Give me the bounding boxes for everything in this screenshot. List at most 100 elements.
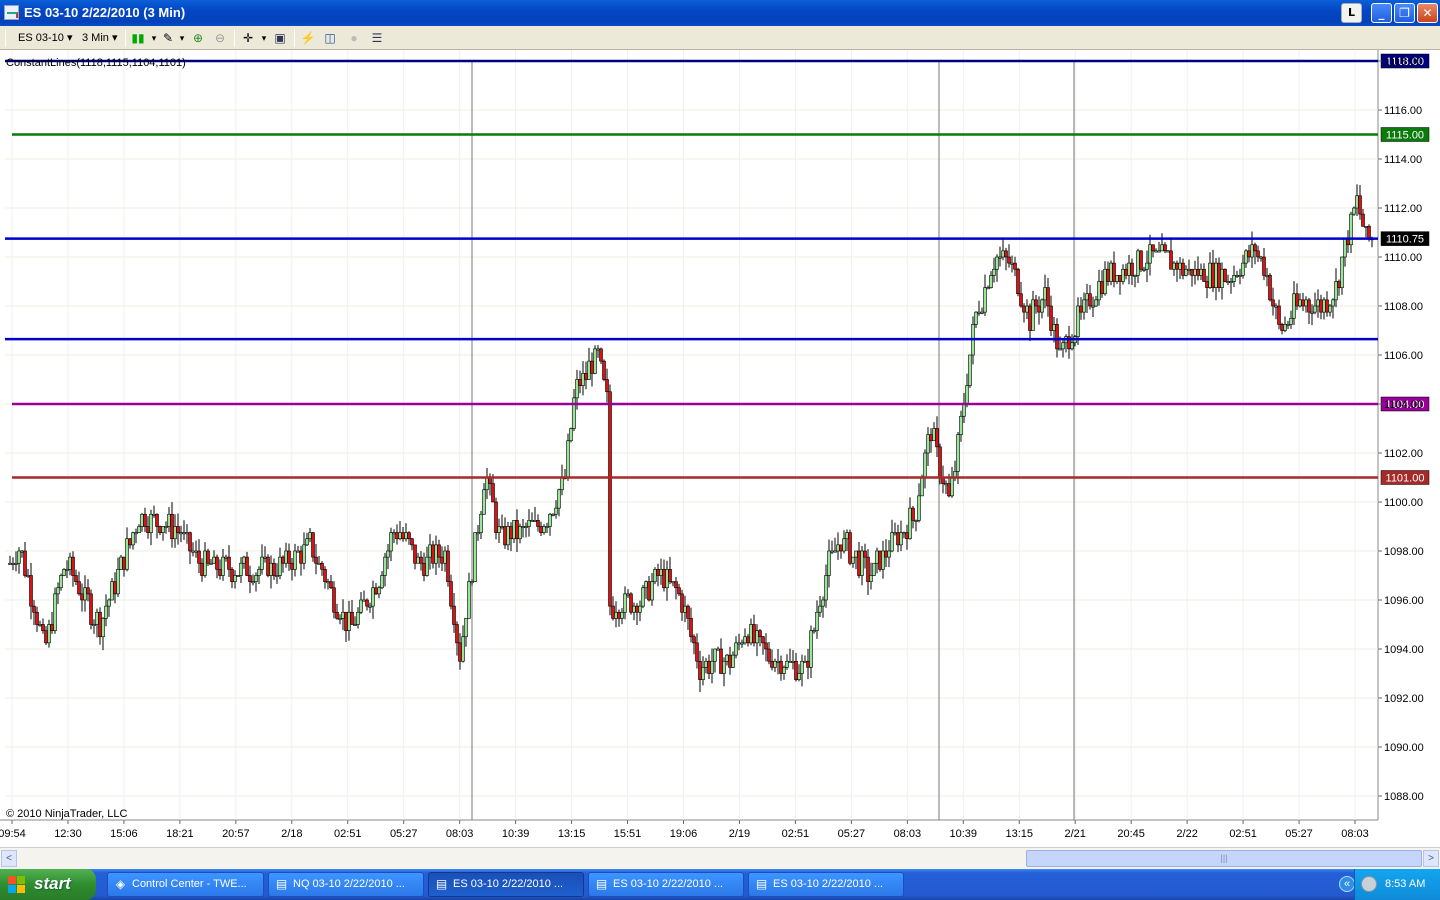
- chevron-down-icon[interactable]: ▾: [256, 30, 272, 46]
- disabled-icon[interactable]: ●: [346, 30, 362, 46]
- candle-up: [833, 550, 837, 553]
- candle-up: [1136, 250, 1140, 276]
- candle-up: [386, 550, 390, 558]
- bar-type-icon[interactable]: ▮▮: [130, 30, 146, 46]
- window-title: ES 03-10 2/22/2010 (3 Min): [24, 5, 186, 20]
- candle-up: [209, 562, 213, 565]
- candle-down: [1211, 262, 1215, 288]
- candle-up: [671, 581, 675, 584]
- layout-button[interactable]: L: [1341, 3, 1362, 23]
- candle-up: [977, 311, 981, 314]
- candle-up: [1103, 268, 1107, 295]
- candle-up: [185, 532, 189, 535]
- candle-up: [164, 526, 168, 529]
- candle-up: [989, 275, 993, 288]
- candle-up: [893, 532, 897, 535]
- candle-down: [1079, 305, 1083, 313]
- chart-toolbar: ES 03-10 ▾ 3 Min ▾ ▮▮ ▾ ✎ ▾ ⊕ ⊖ ✛ ▾ ▣ ⚡ …: [0, 26, 1440, 50]
- chart-panel[interactable]: 1118.00 1115.00 1110.75 1104.00 1101.00 1118…: [0, 50, 1440, 845]
- crosshair-icon[interactable]: ✛: [240, 30, 256, 46]
- zoom-out-icon[interactable]: ⊖: [212, 30, 228, 46]
- chevron-down-icon: ▾: [66, 32, 73, 44]
- candle-down: [878, 550, 882, 570]
- candle-up: [473, 532, 477, 582]
- properties-icon[interactable]: ▣: [272, 30, 288, 46]
- taskbar-item-es-chart-active[interactable]: ▤ ES 03-10 2/22/2010 ...: [428, 872, 584, 897]
- candle-up: [476, 532, 480, 535]
- chart-window-icon: ▤: [595, 877, 608, 891]
- taskbar-item-es-chart-3[interactable]: ▤ ES 03-10 2/22/2010 ...: [748, 872, 904, 897]
- candle-down: [401, 532, 405, 540]
- scroll-right-arrow[interactable]: >: [1423, 850, 1439, 867]
- taskbar-item-nq-chart[interactable]: ▤ NQ 03-10 2/22/2010 ...: [268, 872, 424, 897]
- taskbar-item-es-chart-2[interactable]: ▤ ES 03-10 2/22/2010 ...: [588, 872, 744, 897]
- show-hidden-icons-button[interactable]: «: [1339, 876, 1355, 892]
- indicators-icon[interactable]: ⚡: [300, 30, 316, 46]
- price-chart[interactable]: 1118.00 1115.00 1110.75 1104.00 1101.00 1118…: [0, 50, 1440, 845]
- interval-selector[interactable]: 3 Min ▾: [82, 30, 118, 46]
- candle-down: [407, 532, 411, 540]
- maximize-button[interactable]: ❐: [1394, 3, 1415, 23]
- taskbar-item-control-center[interactable]: ◈ Control Center - TWE...: [107, 872, 264, 897]
- time-tick-label: 20:57: [222, 828, 250, 840]
- candle-up: [461, 636, 465, 662]
- minimize-button[interactable]: _: [1371, 3, 1392, 23]
- chart-window-icon: ▤: [755, 877, 768, 891]
- clock[interactable]: 8:53 AM: [1385, 878, 1425, 890]
- data-box-icon[interactable]: ☰: [369, 30, 385, 46]
- candle-up: [116, 569, 120, 595]
- candle-up: [470, 581, 474, 584]
- candle-down: [188, 532, 192, 552]
- strategies-icon[interactable]: ◫: [322, 30, 338, 46]
- candle-down: [287, 550, 291, 564]
- candle-up: [548, 513, 552, 527]
- candle-down: [1262, 256, 1266, 276]
- task-label: ES 03-10 2/22/2010 ...: [453, 878, 564, 890]
- candle-up: [137, 526, 141, 533]
- candle-up: [581, 373, 585, 386]
- price-tick-label: 1106.00: [1384, 350, 1423, 362]
- candle-up: [497, 526, 501, 533]
- candle-down: [911, 507, 915, 521]
- network-icon[interactable]: [1361, 876, 1377, 892]
- candle-down: [452, 605, 456, 625]
- instrument-selector[interactable]: ES 03-10 ▾: [18, 30, 72, 46]
- candle-down: [41, 624, 45, 631]
- candle-down: [122, 556, 126, 570]
- candle-down: [44, 630, 48, 644]
- candle-up: [788, 660, 792, 663]
- price-tick-label: 1110.00: [1384, 252, 1422, 264]
- task-label: Control Center - TWE...: [132, 878, 247, 890]
- candle-up: [623, 593, 627, 613]
- candle-down: [77, 581, 81, 595]
- candle-up: [1340, 256, 1344, 288]
- candle-up: [560, 477, 564, 491]
- candle-up: [566, 440, 570, 478]
- candle-up: [821, 599, 825, 607]
- candle-up: [434, 544, 438, 564]
- candle-up: [659, 569, 663, 576]
- candle-up: [425, 556, 429, 576]
- candle-up: [359, 599, 363, 613]
- zoom-in-icon[interactable]: ⊕: [190, 30, 206, 46]
- candle-down: [578, 379, 582, 386]
- candle-up: [1040, 299, 1044, 313]
- candle-down: [1295, 293, 1299, 307]
- scroll-left-arrow[interactable]: <: [1, 850, 17, 867]
- candle-down: [410, 538, 414, 546]
- candle-up: [872, 562, 876, 576]
- candle-up: [1091, 305, 1095, 308]
- candle-up: [722, 660, 726, 674]
- chevron-down-icon[interactable]: ▾: [174, 30, 190, 46]
- start-button[interactable]: start: [0, 869, 96, 900]
- window-titlebar[interactable]: ES 03-10 2/22/2010 (3 Min) L _ ❐ ✕: [0, 0, 1440, 26]
- candle-up: [1310, 311, 1314, 314]
- close-button[interactable]: ✕: [1417, 3, 1438, 23]
- instrument-label: ES 03-10: [18, 32, 64, 44]
- candle-up: [557, 489, 561, 509]
- candle-down: [89, 593, 93, 625]
- horizontal-scrollbar[interactable]: < ||| >: [0, 847, 1440, 869]
- scroll-thumb[interactable]: |||: [1026, 850, 1422, 867]
- candle-down: [35, 611, 39, 625]
- candle-down: [779, 660, 783, 674]
